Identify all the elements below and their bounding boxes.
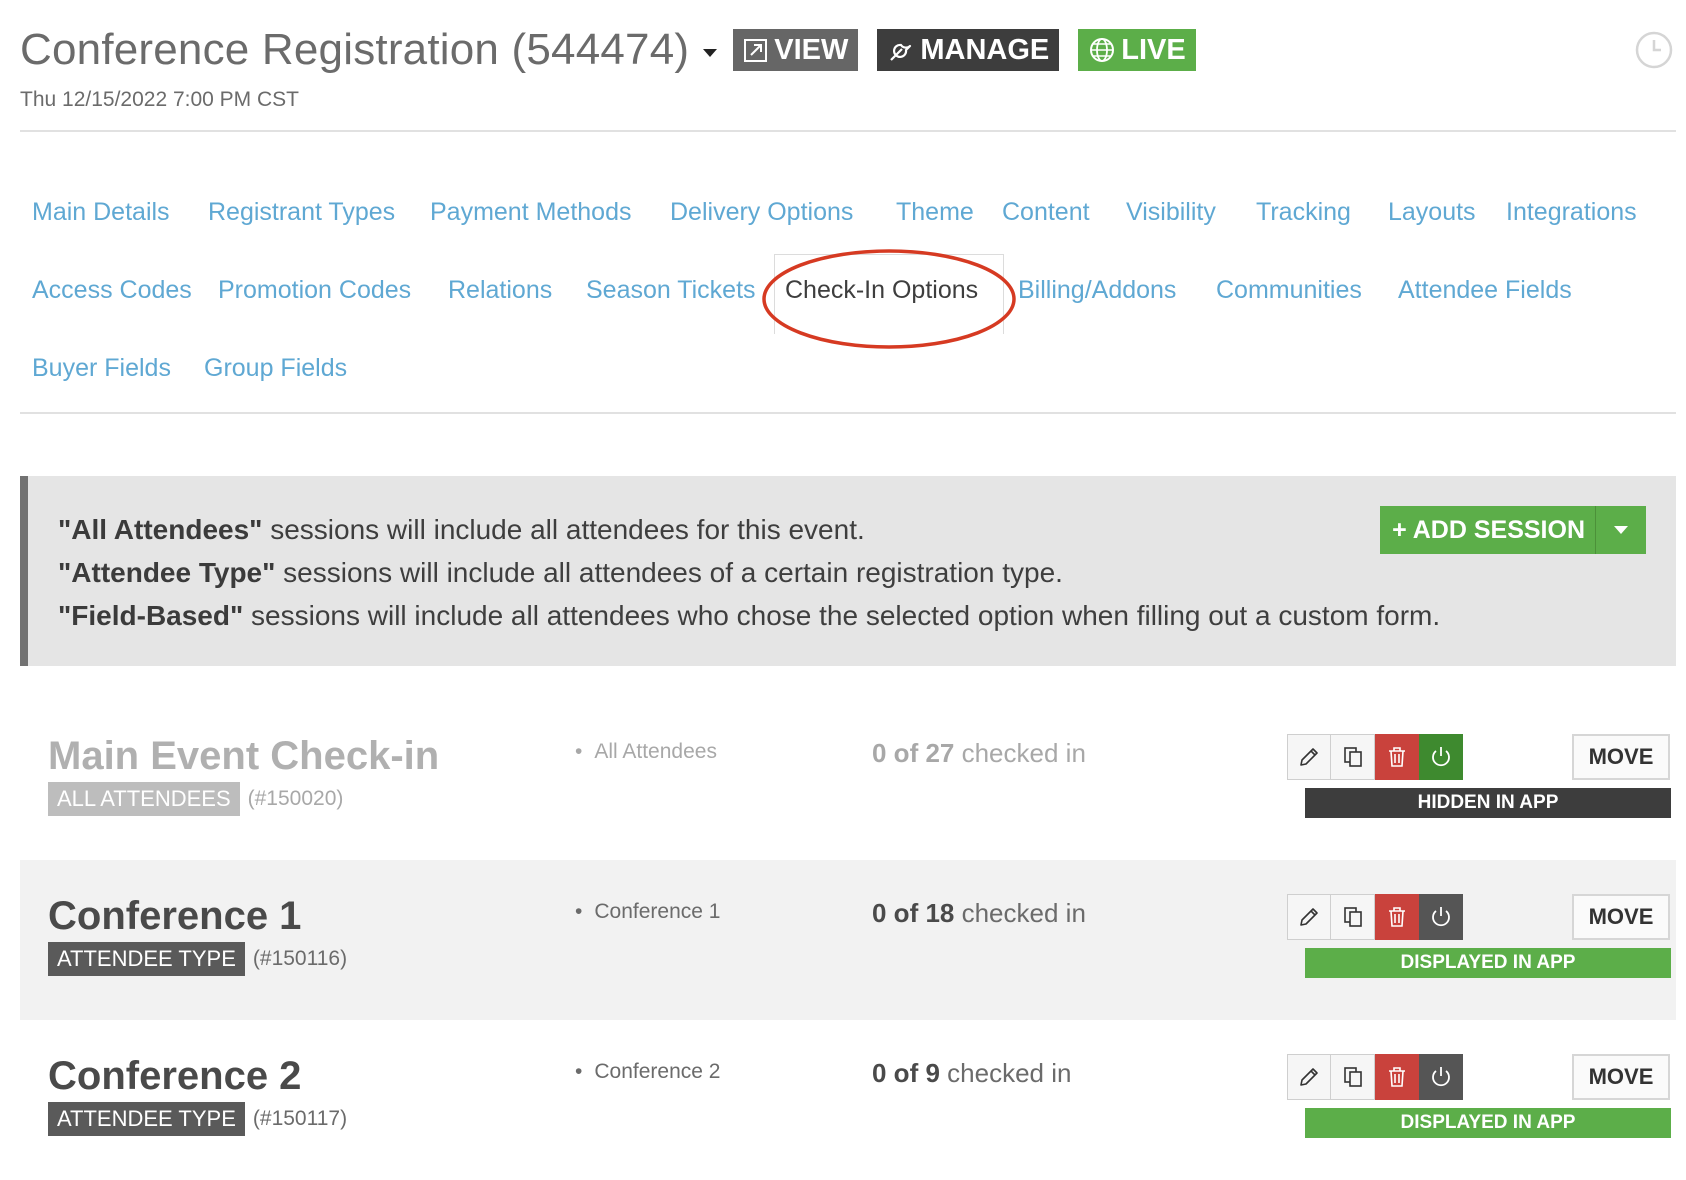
tab-season-tickets[interactable]: Season Tickets	[586, 276, 756, 305]
power-toggle-button[interactable]	[1419, 1054, 1463, 1100]
session-row: Main Event Check-in ALL ATTENDEES (#1500…	[20, 700, 1676, 860]
live-button[interactable]: LIVE	[1078, 29, 1196, 71]
power-icon	[1431, 1067, 1450, 1087]
session-name: Conference 2	[48, 1054, 302, 1098]
tab-integrations[interactable]: Integrations	[1506, 198, 1637, 227]
tab-delivery-options[interactable]: Delivery Options	[670, 198, 853, 227]
session-row: Conference 2 ATTENDEE TYPE (#150117) Con…	[20, 1020, 1676, 1180]
move-button[interactable]: MOVE	[1572, 1054, 1670, 1100]
trash-icon	[1388, 907, 1405, 927]
tab-visibility[interactable]: Visibility	[1126, 198, 1216, 227]
tab-buyer-fields[interactable]: Buyer Fields	[32, 354, 171, 383]
copy-button[interactable]	[1331, 894, 1375, 940]
move-button[interactable]: MOVE	[1572, 894, 1670, 940]
trash-icon	[1388, 1067, 1405, 1087]
external-link-icon	[743, 37, 769, 63]
event-datetime: Thu 12/15/2022 7:00 PM CST	[20, 88, 299, 111]
view-label: VIEW	[774, 33, 849, 66]
page-header: Conference Registration (544474) VIEW MA…	[20, 18, 1676, 132]
live-label: LIVE	[1121, 33, 1186, 66]
tab-promotion-codes[interactable]: Promotion Codes	[218, 276, 411, 305]
tab-registrant-types[interactable]: Registrant Types	[208, 198, 395, 227]
tab-check-in-options[interactable]: Check-In Options	[785, 276, 978, 305]
app-visibility-status: HIDDEN IN APP	[1305, 788, 1671, 818]
power-icon	[1431, 747, 1450, 767]
manage-label: MANAGE	[920, 33, 1050, 66]
checked-in-count: 0 of 9 checked in	[872, 1058, 1072, 1088]
app-visibility-status: DISPLAYED IN APP	[1305, 948, 1671, 978]
checked-in-count: 0 of 27 checked in	[872, 738, 1086, 768]
edit-button[interactable]	[1287, 894, 1331, 940]
power-toggle-button[interactable]	[1419, 734, 1463, 780]
globe-icon	[1088, 36, 1116, 64]
manage-button[interactable]: MANAGE	[877, 29, 1060, 71]
tab-main-details[interactable]: Main Details	[32, 198, 170, 227]
tab-billing-addons[interactable]: Billing/Addons	[1018, 276, 1176, 305]
pencil-icon	[1300, 908, 1318, 926]
delete-button[interactable]	[1375, 1054, 1419, 1100]
chevron-down-icon[interactable]	[1596, 506, 1646, 554]
tab-attendee-fields[interactable]: Attendee Fields	[1398, 276, 1572, 305]
copy-button[interactable]	[1331, 734, 1375, 780]
session-group: All Attendees	[575, 740, 717, 764]
pencil-icon	[1300, 748, 1318, 766]
edit-button[interactable]	[1287, 1054, 1331, 1100]
tab-theme[interactable]: Theme	[896, 198, 974, 227]
delete-button[interactable]	[1375, 894, 1419, 940]
trash-icon	[1388, 747, 1405, 767]
session-group: Conference 1	[575, 900, 720, 924]
clock-icon[interactable]	[1634, 30, 1674, 75]
session-row: Conference 1 ATTENDEE TYPE (#150116) Con…	[20, 860, 1676, 1020]
power-toggle-button[interactable]	[1419, 894, 1463, 940]
tab-content[interactable]: Content	[1002, 198, 1090, 227]
session-types-info: "All Attendees" sessions will include al…	[20, 476, 1676, 666]
edit-button[interactable]	[1287, 734, 1331, 780]
session-group: Conference 2	[575, 1060, 720, 1084]
tab-relations[interactable]: Relations	[448, 276, 552, 305]
tab-tracking[interactable]: Tracking	[1256, 198, 1351, 227]
tab-group-fields[interactable]: Group Fields	[204, 354, 347, 383]
power-icon	[1431, 907, 1450, 927]
page-title: Conference Registration (544474)	[20, 25, 690, 74]
add-session-button[interactable]: + ADD SESSION	[1380, 506, 1646, 554]
copy-button[interactable]	[1331, 1054, 1375, 1100]
session-name: Main Event Check-in	[48, 734, 440, 778]
session-name: Conference 1	[48, 894, 302, 938]
info-line: "Attendee Type" sessions will include al…	[58, 557, 1063, 588]
wrench-icon	[887, 36, 915, 64]
session-type-badge: ATTENDEE TYPE	[48, 1102, 245, 1136]
copy-icon	[1343, 1067, 1362, 1087]
settings-tabs: Main Details Registrant Types Payment Me…	[20, 188, 1676, 414]
info-line: "Field-Based" sessions will include all …	[58, 600, 1441, 631]
caret-down-icon[interactable]	[703, 49, 718, 57]
session-type-badge: ATTENDEE TYPE	[48, 942, 245, 976]
add-session-label[interactable]: + ADD SESSION	[1380, 506, 1596, 554]
copy-icon	[1343, 907, 1362, 927]
view-button[interactable]: VIEW	[733, 29, 859, 71]
tab-access-codes[interactable]: Access Codes	[32, 276, 192, 305]
app-visibility-status: DISPLAYED IN APP	[1305, 1108, 1671, 1138]
delete-button[interactable]	[1375, 734, 1419, 780]
tab-payment-methods[interactable]: Payment Methods	[430, 198, 632, 227]
pencil-icon	[1300, 1068, 1318, 1086]
tab-communities[interactable]: Communities	[1216, 276, 1362, 305]
session-id: (#150117)	[252, 1107, 348, 1130]
session-id: (#150020)	[247, 787, 344, 810]
checked-in-count: 0 of 18 checked in	[872, 898, 1086, 928]
session-type-badge: ALL ATTENDEES	[48, 782, 240, 816]
copy-icon	[1343, 747, 1362, 767]
tab-layouts[interactable]: Layouts	[1388, 198, 1476, 227]
move-button[interactable]: MOVE	[1572, 734, 1670, 780]
session-id: (#150116)	[252, 947, 348, 970]
